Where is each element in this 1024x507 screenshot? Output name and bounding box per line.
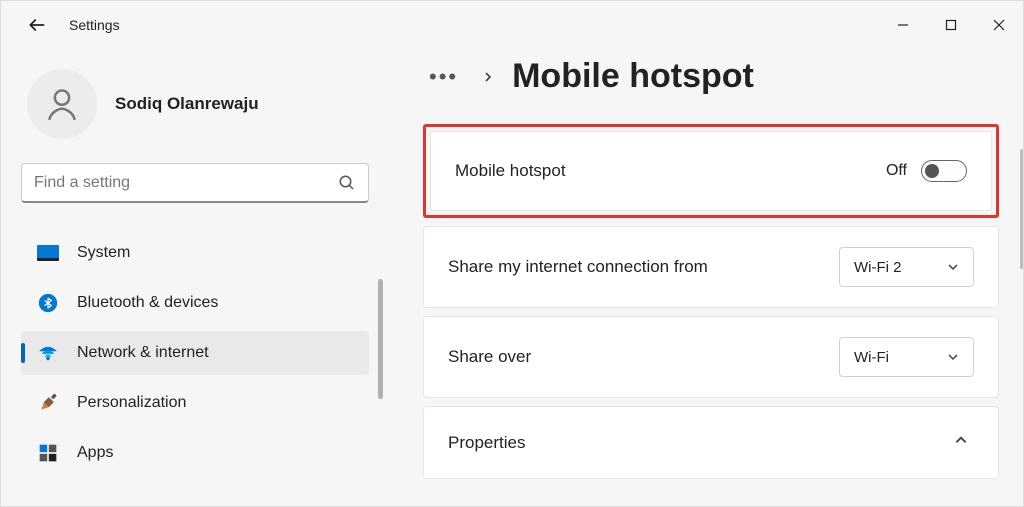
sidebar: Sodiq Olanrewaju System Bluetooth & devi…: [1, 49, 391, 506]
sidebar-item-label: Bluetooth & devices: [77, 294, 218, 312]
select-value: Wi-Fi 2: [854, 259, 902, 276]
select-value: Wi-Fi: [854, 349, 889, 366]
share-over-select[interactable]: Wi-Fi: [839, 337, 974, 377]
chevron-down-icon: [947, 261, 959, 273]
sidebar-item-label: Network & internet: [77, 344, 209, 362]
close-icon: [993, 19, 1005, 31]
chevron-up-icon: [954, 433, 968, 447]
toggle-state-text: Off: [886, 162, 907, 180]
search-icon: [338, 174, 356, 192]
window-controls: [879, 1, 1023, 49]
system-icon: [37, 242, 59, 264]
breadcrumb: ••• Mobile hotspot: [423, 57, 999, 96]
main-content: ••• Mobile hotspot Mobile hotspot Off Sh…: [391, 49, 1023, 506]
back-button[interactable]: [25, 13, 49, 37]
properties-expand-button[interactable]: [948, 427, 974, 458]
share-from-card: Share my internet connection from Wi-Fi …: [423, 226, 999, 308]
maximize-button[interactable]: [927, 1, 975, 49]
toggle-group: Off: [886, 160, 967, 182]
sidebar-item-network[interactable]: Network & internet: [21, 331, 369, 375]
share-over-card: Share over Wi-Fi: [423, 316, 999, 398]
bluetooth-icon: [37, 292, 59, 314]
maximize-icon: [945, 19, 957, 31]
sidebar-item-label: System: [77, 244, 130, 262]
sidebar-scrollbar[interactable]: [378, 279, 383, 399]
sidebar-item-label: Apps: [77, 444, 113, 462]
search-input[interactable]: [34, 174, 338, 192]
properties-label: Properties: [448, 433, 948, 453]
username: Sodiq Olanrewaju: [115, 94, 259, 114]
main-scrollbar[interactable]: [1020, 149, 1023, 269]
share-from-select[interactable]: Wi-Fi 2: [839, 247, 974, 287]
hotspot-toggle[interactable]: [921, 160, 967, 182]
nav-list: System Bluetooth & devices Network & int…: [21, 231, 371, 475]
breadcrumb-more-button[interactable]: •••: [423, 60, 464, 94]
share-from-label: Share my internet connection from: [448, 257, 839, 277]
avatar: [27, 69, 97, 139]
titlebar: Settings: [1, 1, 1023, 49]
properties-card[interactable]: Properties: [423, 406, 999, 479]
hotspot-toggle-card: Mobile hotspot Off: [430, 131, 992, 211]
minimize-button[interactable]: [879, 1, 927, 49]
profile-section[interactable]: Sodiq Olanrewaju: [21, 69, 371, 139]
page-title: Mobile hotspot: [512, 57, 754, 96]
app-title: Settings: [69, 17, 120, 33]
sidebar-item-system[interactable]: System: [21, 231, 369, 275]
sidebar-item-label: Personalization: [77, 394, 186, 412]
search-box[interactable]: [21, 163, 369, 203]
arrow-left-icon: [27, 15, 47, 35]
sidebar-item-apps[interactable]: Apps: [21, 431, 369, 475]
apps-icon: [37, 442, 59, 464]
personalization-icon: [37, 392, 59, 414]
toggle-knob: [925, 164, 939, 178]
person-icon: [43, 85, 81, 123]
sidebar-item-bluetooth[interactable]: Bluetooth & devices: [21, 281, 369, 325]
sidebar-item-personalization[interactable]: Personalization: [21, 381, 369, 425]
chevron-right-icon: [482, 71, 494, 83]
minimize-icon: [897, 19, 909, 31]
hotspot-label: Mobile hotspot: [455, 161, 886, 181]
highlighted-setting: Mobile hotspot Off: [423, 124, 999, 218]
close-button[interactable]: [975, 1, 1023, 49]
wifi-icon: [37, 342, 59, 364]
share-over-label: Share over: [448, 347, 839, 367]
chevron-down-icon: [947, 351, 959, 363]
